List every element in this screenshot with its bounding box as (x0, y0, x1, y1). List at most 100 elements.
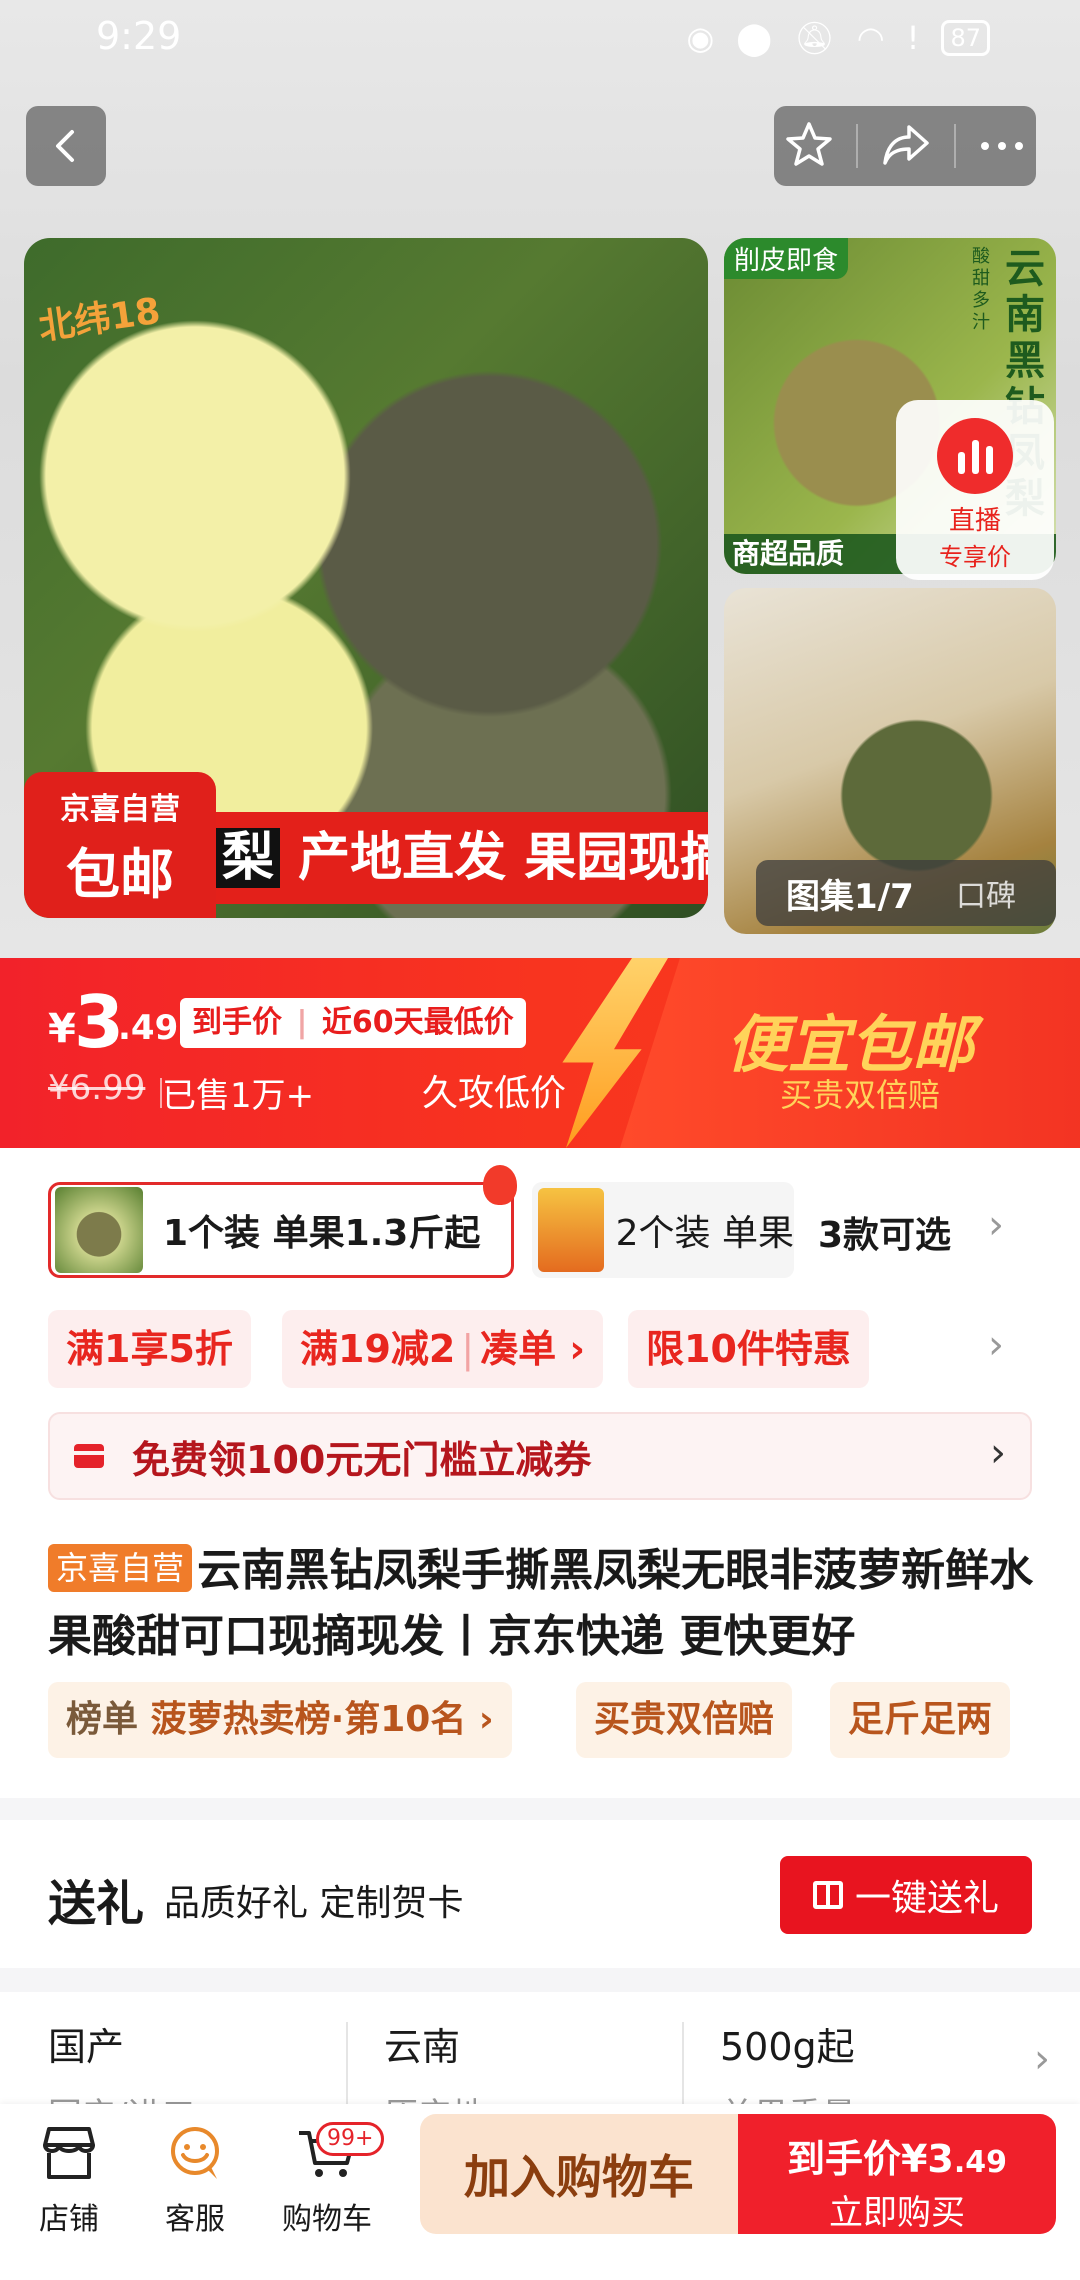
customer-service-icon (140, 2118, 250, 2188)
customer-service-button[interactable]: 客服 (140, 2118, 250, 2238)
customer-service-label: 客服 (165, 2202, 225, 2237)
ranking-value: 菠萝热卖榜·第10名 › (150, 1699, 494, 1740)
coupon-row: 满1享5折 满19减2 | 凑单 › 限10件特惠 › (48, 1310, 1048, 1390)
product-info-card: 1个装 单果1.3斤起 2个装 单果 3款可选 › 满1享5折 满19减2 | 凑单… (0, 1148, 1080, 1798)
currency-symbol: ¥ (48, 1006, 76, 1052)
live-stream-button[interactable]: 直播 专享价 (896, 400, 1054, 580)
main-product-image[interactable]: 北纬18 京喜自营 包邮 梨 产地直发 果园现摘 (24, 238, 708, 918)
full-weight-tag[interactable]: 足斤足两 (830, 1682, 1011, 1758)
variant-thumbnail (55, 1187, 143, 1273)
thumbnail-small-text: 酸甜多汁 (972, 246, 990, 333)
buy-now-label: 立即购买 (829, 2193, 965, 2233)
divider (856, 124, 859, 168)
voucher-text: 免费领100元无门槛立减券 (132, 1437, 592, 1482)
ranking-tag[interactable]: 榜单 菠萝热卖榜·第10名 › (48, 1682, 512, 1758)
buy-price-integer: ¥3 (900, 2137, 954, 2181)
more-icon (980, 141, 1023, 150)
price-decimal: .49 (118, 1008, 179, 1048)
price-guarantee-tag[interactable]: 买贵双倍赔 (576, 1682, 793, 1758)
favorite-button[interactable] (785, 120, 833, 172)
status-bar: 9:29 ◉ ⬤ 🔕︎ ◠ ! 87 (0, 0, 1080, 80)
promo-subtitle: 买贵双倍赔 (780, 1076, 941, 1114)
spec-origin-type: 国产 (48, 2025, 125, 2069)
buy-now-button[interactable]: 到手价¥3.49 立即购买 (738, 2114, 1056, 2234)
product-title: 京喜自营 云南黑钻凤梨手撕黑凤梨无眼非菠萝新鲜水果酸甜可口现摘现发丨京东快递 更… (48, 1538, 1038, 1670)
lowest-price-label: 近60天最低价 (321, 1005, 514, 1040)
variant-label: 1个装 单果1.3斤起 (163, 1213, 481, 1254)
coupon-limited[interactable]: 限10件特惠 (628, 1310, 869, 1388)
price-tag-pill: 到手价 | 近60天最低价 (180, 998, 526, 1048)
live-sublabel: 专享价 (939, 543, 1011, 571)
store-button[interactable]: 店铺 (14, 2118, 124, 2238)
coupon-link: 凑单 › (480, 1327, 586, 1371)
wifi-icon: ◠ (856, 19, 885, 57)
gift-subtitle: 品质好礼 定制贺卡 (164, 1883, 464, 1924)
spec-weight: 500g起 (720, 2025, 855, 2069)
divider: | (461, 1327, 475, 1371)
pill-divider: | (296, 1005, 308, 1040)
divider (346, 2022, 348, 2112)
image-slogan-strip: 梨 产地直发 果园现摘 (216, 812, 708, 904)
gift-icon (812, 1881, 843, 1909)
bottom-action-bar: 店铺 客服 购物车 99+ 加入购物车 到手价¥3.49 立即购买 (0, 2104, 1080, 2280)
variant-option-2[interactable]: 2个装 单果 (532, 1182, 794, 1278)
cart-label: 购物车 (282, 2202, 372, 2237)
voucher-icon (74, 1444, 104, 1468)
brand-logo: 北纬18 (36, 290, 163, 349)
badge-line1: 京喜自营 (60, 792, 180, 827)
send-gift-label: 一键送礼 (854, 1878, 999, 1919)
alert-icon: ! (906, 19, 920, 57)
ranking-label: 榜单 (66, 1699, 139, 1740)
chevron-right-icon: › (990, 1430, 1006, 1476)
thumbnail-tag: 削皮即食 (724, 238, 849, 279)
chevron-right-icon[interactable]: › (988, 1202, 1004, 1248)
eye-icon: ◉ (686, 19, 715, 57)
buy-price-label: 到手价 (786, 2137, 901, 2181)
tag-row: 榜单 菠萝热卖榜·第10名 › 买贵双倍赔 足斤足两 (48, 1682, 1048, 1758)
hot-flame-icon (483, 1165, 517, 1205)
original-price: ¥6.99 (48, 1068, 146, 1108)
coupon-full-reduction[interactable]: 满19减2 | 凑单 › (282, 1310, 604, 1388)
sold-count: 已售1万+ (162, 1076, 315, 1116)
more-button[interactable] (979, 137, 1025, 156)
battery-icon: 87 (941, 20, 990, 56)
long-low-price-label: 久攻低价 (422, 1073, 567, 1114)
live-icon (937, 418, 1013, 494)
share-button[interactable] (881, 121, 931, 171)
status-time: 9:29 (96, 14, 182, 58)
add-to-cart-button[interactable]: 加入购物车 (420, 2114, 738, 2234)
gallery-tabs: 图集1/7 口碑 (756, 860, 1056, 926)
coupon-text: 满19减2 (300, 1327, 456, 1371)
buy-price-decimal: .49 (953, 2145, 1008, 2180)
voucher-banner[interactable]: 免费领100元无门槛立减券 › (48, 1412, 1032, 1500)
coupon-discount[interactable]: 满1享5折 (48, 1310, 251, 1388)
spec-summary[interactable]: 国产 国产/进口 云南 原产地 500g起 单果重量 › (0, 1992, 1080, 2112)
variant-label: 2个装 单果 (615, 1213, 794, 1254)
share-icon (883, 125, 929, 165)
product-title-text: 云南黑钻凤梨手撕黑凤梨无眼非菠萝新鲜水果酸甜可口现摘现发丨京东快递 更快更好 (48, 1545, 1034, 1662)
gift-section: 送礼 品质好礼 定制贺卡 一键送礼 (0, 1820, 1080, 1968)
chevron-right-icon[interactable]: › (988, 1322, 1004, 1368)
badge-line2: 包邮 (66, 843, 174, 906)
location-icon: ⬤ (736, 19, 773, 57)
top-actions (774, 106, 1036, 186)
variant-option-1[interactable]: 1个装 单果1.3斤起 (48, 1165, 517, 1278)
chevron-right-icon: › (1034, 2036, 1050, 2082)
gallery-counter[interactable]: 图集1/7 (756, 869, 936, 918)
spec-origin: 云南 (384, 2025, 461, 2069)
reviews-tab[interactable]: 口碑 (936, 871, 1016, 915)
gift-title: 送礼 (48, 1876, 145, 1932)
strip-text: 产地直发 果园现摘 (298, 828, 708, 888)
variant-thumbnail (538, 1188, 604, 1272)
live-label: 直播 (948, 506, 1001, 536)
more-variants-button[interactable]: 3款可选 (818, 1206, 951, 1258)
divider (682, 2022, 684, 2112)
back-button[interactable] (26, 106, 106, 186)
send-gift-button[interactable]: 一键送礼 (780, 1856, 1032, 1934)
buy-now-price: 到手价¥3.49 (738, 2128, 1056, 2183)
final-price-label: 到手价 (192, 1005, 282, 1040)
status-icons: ◉ ⬤ 🔕︎ ◠ ! 87 (686, 18, 990, 58)
mute-bell-icon: 🔕︎ (794, 19, 835, 57)
self-operated-badge: 京喜自营 (48, 1544, 193, 1592)
price-banner: ¥ 3 .49 到手价 | 近60天最低价 ¥6.99 已售1万+ 久攻低价 便… (0, 958, 1080, 1148)
